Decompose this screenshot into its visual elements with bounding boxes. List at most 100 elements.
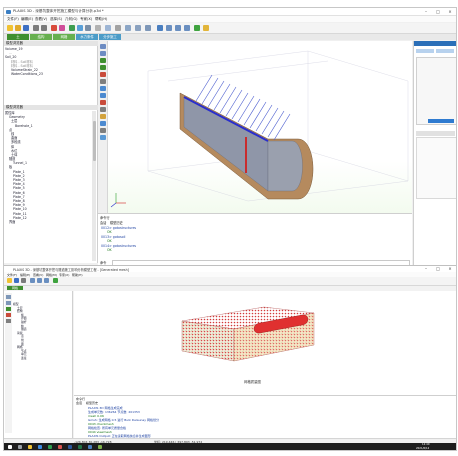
right-tree-list[interactable] — [416, 57, 456, 125]
tab-mesh[interactable]: 网格 — [7, 286, 23, 290]
minimize-button[interactable]: – — [420, 8, 432, 15]
tree-scrollbar[interactable] — [92, 111, 96, 261]
3d-viewport[interactable] — [108, 41, 412, 213]
node-pick-icon[interactable] — [6, 313, 11, 317]
model-explorer-tree: Volume_19 ... Soil_20 材料 - Soil材料 材料 - S… — [5, 47, 91, 76]
polygon-tool-icon[interactable] — [99, 72, 106, 77]
tab-model-history[interactable]: 模型历史 — [110, 220, 123, 225]
redo-icon[interactable] — [41, 25, 47, 31]
open-icon[interactable] — [7, 278, 12, 283]
rotate-view-icon[interactable] — [44, 278, 49, 283]
tab-soil[interactable]: 土 — [7, 34, 29, 40]
new-project-icon[interactable] — [7, 25, 13, 31]
menu-select[interactable]: 选择(S) — [50, 17, 62, 22]
select-icon[interactable] — [125, 25, 131, 31]
cross-section-icon[interactable] — [6, 307, 11, 311]
tunnel-tool-icon[interactable] — [99, 121, 106, 126]
tab-session[interactable]: 会话 — [100, 220, 106, 225]
delete-icon[interactable] — [51, 25, 57, 31]
cut-icon[interactable] — [59, 25, 65, 31]
app-icon[interactable] — [58, 444, 62, 449]
output-vertical-toolbar — [5, 293, 12, 433]
browser-icon[interactable] — [38, 444, 42, 449]
tab-structures[interactable]: 结构 — [30, 34, 52, 40]
output-command-panel: 命令行 会话 模型历史 PLAXIS 3D 网格生成完成 生成单元数: 1362… — [74, 395, 456, 440]
panel-toolbar-button[interactable] — [436, 49, 454, 53]
save-icon[interactable] — [23, 25, 29, 31]
output-explorer-panel: 模型 土层 结构 板 界面 锚杆 桩 隧道 荷载 点 线 面 网格 节点 单元 … — [4, 291, 73, 439]
plate-tool-icon[interactable] — [99, 86, 106, 91]
calculate-icon[interactable] — [85, 25, 91, 31]
anchor-tool-icon[interactable] — [99, 100, 106, 105]
save-icon[interactable] — [14, 278, 19, 283]
tree-item[interactable]: 界面 — [5, 220, 91, 224]
excel-icon[interactable] — [78, 444, 82, 449]
file-explorer-icon[interactable] — [28, 444, 32, 449]
mode-tabs: 土 结构 网格 水力条件 分步施工 — [4, 34, 456, 40]
well-tool-icon[interactable] — [99, 128, 106, 133]
array-tool-icon[interactable] — [99, 79, 106, 84]
table-icon[interactable] — [105, 25, 111, 31]
search-icon[interactable] — [18, 444, 22, 449]
settings-icon[interactable] — [115, 25, 121, 31]
table-icon[interactable] — [6, 319, 11, 323]
start-icon[interactable] — [8, 444, 12, 449]
view-top-icon[interactable] — [157, 25, 163, 31]
zoom-out-icon[interactable] — [37, 278, 42, 283]
tab-staged-construction[interactable]: 分步施工 — [99, 34, 121, 40]
mesh-mode-icon[interactable] — [77, 25, 83, 31]
output-explorer-tree: 模型 土层 结构 板 界面 锚杆 桩 隧道 荷载 点 线 面 网格 节点 单元 … — [13, 302, 71, 361]
pan-icon[interactable] — [6, 301, 11, 305]
command-log-line: 0013> gotosoil — [101, 235, 126, 239]
zoom-fit-icon[interactable] — [184, 25, 190, 31]
tab-flow-conditions[interactable]: 水力条件 — [76, 34, 98, 40]
menu-geometry[interactable]: 几何(G) — [65, 17, 77, 22]
screenshot-frame: PLAXIS 3D - 深基坑整体开挖施工模型与计算分析.p3d * – □ ×… — [3, 7, 457, 451]
light-icon[interactable] — [203, 25, 209, 31]
add-icon[interactable] — [194, 25, 200, 31]
load-tool-icon[interactable] — [99, 114, 106, 119]
interface-tool-icon[interactable] — [99, 107, 106, 112]
point-tool-icon[interactable] — [99, 58, 106, 63]
properties-header — [416, 131, 455, 136]
tree-item[interactable]: WaterConditions_23 — [5, 72, 91, 76]
move-icon[interactable] — [135, 25, 141, 31]
line-tool-icon[interactable] — [99, 65, 106, 70]
open-project-icon[interactable] — [15, 25, 21, 31]
select-tool-icon[interactable] — [99, 44, 106, 49]
menu-edit[interactable]: 编辑(E) — [21, 17, 33, 22]
maximize-button[interactable]: □ — [432, 8, 444, 15]
beam-tool-icon[interactable] — [99, 93, 106, 98]
menu-expert[interactable]: 专家(X) — [80, 17, 92, 22]
zoom-in-icon[interactable] — [166, 25, 172, 31]
app-icon[interactable] — [48, 444, 52, 449]
model-explorer-title: 模型浏览器 — [4, 41, 99, 46]
word-icon[interactable] — [68, 444, 72, 449]
drain-tool-icon[interactable] — [99, 135, 106, 140]
tab-session[interactable]: 会话 — [76, 401, 82, 405]
select-icon[interactable] — [6, 295, 11, 299]
plaxis-output-icon[interactable] — [98, 444, 102, 449]
tab-model-history[interactable]: 模型历史 — [86, 401, 98, 405]
view-icon[interactable] — [95, 25, 101, 31]
menu-help[interactable]: 帮助(H) — [95, 17, 107, 22]
rotate-icon[interactable] — [145, 25, 151, 31]
zoom-in-icon[interactable] — [30, 278, 35, 283]
undo-icon[interactable] — [33, 25, 39, 31]
mesh-quality-icon[interactable] — [53, 278, 58, 283]
plaxis-input-icon[interactable] — [88, 444, 92, 449]
close-button[interactable]: × — [444, 8, 456, 15]
tab-mesh[interactable]: 网格 — [53, 34, 75, 40]
panel-toolbar-button[interactable] — [416, 49, 434, 53]
selected-tree-row[interactable] — [428, 119, 454, 123]
tree-item[interactable]: 连接 — [13, 356, 71, 361]
properties-grid[interactable] — [416, 137, 456, 199]
print-icon[interactable] — [21, 278, 26, 283]
scrollbar-thumb[interactable] — [92, 121, 96, 161]
zoom-out-icon[interactable] — [175, 25, 181, 31]
menu-view[interactable]: 查看(V) — [35, 17, 47, 22]
structures-mode-icon[interactable] — [69, 25, 75, 31]
move-tool-icon[interactable] — [99, 51, 106, 56]
mesh-viewport[interactable]: 网格质量图 — [74, 291, 456, 395]
menu-file[interactable]: 文件(F) — [7, 17, 19, 22]
